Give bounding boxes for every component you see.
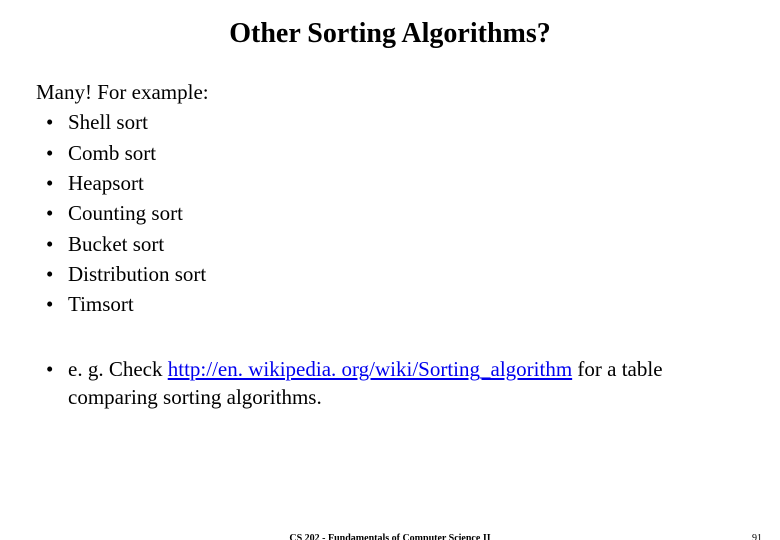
list-item: Heapsort xyxy=(46,169,744,197)
reference-prefix: e. g. Check xyxy=(68,357,168,381)
list-item: Bucket sort xyxy=(46,230,744,258)
bullet-list: Shell sort Comb sort Heapsort Counting s… xyxy=(46,108,744,318)
footer-course: CS 202 - Fundamentals of Computer Scienc… xyxy=(0,533,780,540)
reference-link[interactable]: http://en. wikipedia. org/wiki/Sorting_a… xyxy=(168,357,572,381)
slide-body: Many! For example: Shell sort Comb sort … xyxy=(36,78,744,411)
footer-page-number: 91 xyxy=(752,533,762,540)
list-item: Counting sort xyxy=(46,199,744,227)
list-item: Timsort xyxy=(46,290,744,318)
reference-line: e. g. Check http://en. wikipedia. org/wi… xyxy=(46,355,744,412)
slide: Other Sorting Algorithms? Many! For exam… xyxy=(0,18,780,540)
reference-block: e. g. Check http://en. wikipedia. org/wi… xyxy=(36,355,744,412)
list-item: Distribution sort xyxy=(46,260,744,288)
list-item: Shell sort xyxy=(46,108,744,136)
intro-text: Many! For example: xyxy=(36,78,744,106)
list-item: Comb sort xyxy=(46,139,744,167)
slide-title: Other Sorting Algorithms? xyxy=(0,18,780,50)
